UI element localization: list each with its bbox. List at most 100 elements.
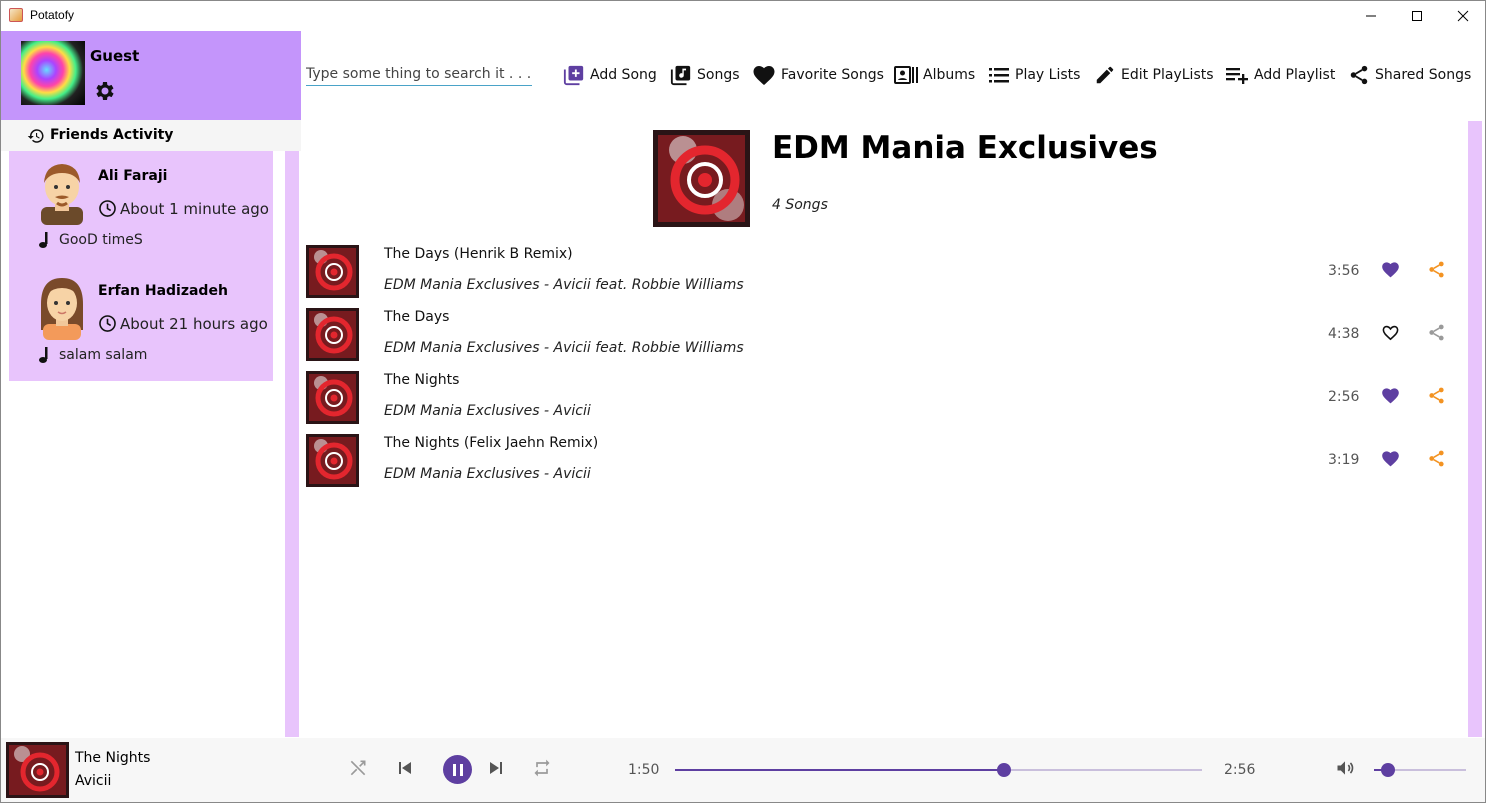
edit-playlists-button[interactable]: Edit PlayLists [1094, 62, 1214, 88]
app-icon [9, 8, 23, 22]
add-playlist-button[interactable]: Add Playlist [1225, 62, 1335, 88]
song-cover [306, 434, 359, 487]
heart-icon [753, 66, 775, 85]
share-icon[interactable] [1427, 386, 1446, 409]
song-subtitle: EDM Mania Exclusives - Avicii feat. Robb… [384, 340, 744, 356]
share-icon [1350, 65, 1368, 85]
add-song-button[interactable]: Add Song [563, 62, 657, 88]
gear-icon[interactable] [92, 79, 116, 107]
album-title: EDM Mania Exclusives [772, 130, 1158, 166]
minimize-button[interactable] [1348, 0, 1394, 31]
play-lists-button[interactable]: Play Lists [988, 62, 1080, 88]
album-song-count: 4 Songs [772, 197, 828, 213]
share-icon[interactable] [1427, 260, 1446, 283]
song-subtitle: EDM Mania Exclusives - Avicii [384, 403, 591, 419]
albums-button[interactable]: Albums [894, 62, 975, 88]
song-duration: 3:19 [1328, 452, 1360, 468]
song-duration: 4:38 [1328, 326, 1360, 342]
add-playlist-label: Add Playlist [1254, 67, 1336, 83]
library-music-icon [670, 65, 691, 86]
album-card-icon [894, 66, 918, 84]
song-row[interactable]: The Nights (Felix Jaehn Remix) EDM Mania… [305, 433, 1465, 496]
album-cover [653, 130, 750, 227]
friend-item[interactable]: Erfan Hadizadeh About 21 hours ago salam… [9, 266, 273, 381]
edit-playlists-label: Edit PlayLists [1121, 67, 1214, 83]
repeat-icon[interactable] [532, 758, 552, 782]
song-cover [306, 308, 359, 361]
maximize-button[interactable] [1394, 0, 1440, 31]
friend-name: Ali Faraji [98, 168, 168, 184]
history-icon [27, 127, 45, 149]
music-note-icon [37, 231, 51, 253]
playlist-add-icon [1226, 68, 1248, 84]
main-scrollbar[interactable] [1468, 121, 1482, 737]
list-icon [989, 68, 1009, 83]
friends-list: Ali Faraji About 1 minute ago GooD timeS… [9, 151, 273, 381]
pencil-icon [1096, 66, 1114, 84]
heart-outline-icon[interactable] [1381, 323, 1400, 346]
shared-songs-button[interactable]: Shared Songs [1348, 62, 1471, 88]
progress-handle[interactable] [996, 763, 1011, 777]
add-song-label: Add Song [590, 67, 657, 83]
share-icon[interactable] [1427, 449, 1446, 472]
song-duration: 3:56 [1328, 263, 1360, 279]
now-playing-artist: Avicii [75, 773, 112, 789]
progress-fill [675, 769, 1004, 771]
next-icon[interactable] [487, 758, 505, 782]
volume-icon[interactable] [1335, 758, 1355, 782]
male-avatar [35, 159, 89, 225]
maximize-icon [1412, 10, 1422, 21]
friend-song: GooD timeS [59, 232, 143, 248]
songs-button[interactable]: Songs [670, 62, 740, 88]
music-note-icon [37, 346, 51, 368]
friend-item[interactable]: Ali Faraji About 1 minute ago GooD timeS [9, 151, 273, 266]
volume-handle[interactable] [1380, 763, 1395, 777]
now-playing-cover [6, 742, 69, 798]
shared-songs-label: Shared Songs [1375, 67, 1472, 83]
minimize-icon [1366, 15, 1376, 16]
profile-name: Guest [90, 47, 140, 65]
clock-icon [98, 314, 117, 337]
heart-filled-icon[interactable] [1381, 260, 1400, 283]
previous-icon[interactable] [396, 758, 414, 782]
pause-icon [452, 763, 463, 776]
player-bar: The Nights Avicii 1:50 2:56 [1, 738, 1485, 802]
favorite-songs-button[interactable]: Favorite Songs [752, 62, 884, 88]
friend-activity-time: About 1 minute ago [120, 200, 269, 218]
shuffle-icon[interactable] [348, 758, 368, 782]
clock-icon [98, 199, 117, 222]
friend-name: Erfan Hadizadeh [98, 283, 228, 299]
add-box-icon [563, 65, 584, 86]
heart-filled-icon[interactable] [1381, 386, 1400, 409]
song-cover [306, 245, 359, 298]
song-row[interactable]: The Days EDM Mania Exclusives - Avicii f… [305, 307, 1465, 370]
progress-slider[interactable] [675, 763, 1202, 777]
current-time: 1:50 [628, 762, 660, 778]
profile-panel: Guest [1, 31, 301, 120]
song-cover [306, 371, 359, 424]
friend-activity-time: About 21 hours ago [120, 315, 268, 333]
song-title: The Nights (Felix Jaehn Remix) [384, 435, 599, 451]
volume-slider[interactable] [1374, 763, 1466, 777]
friend-song: salam salam [59, 347, 148, 363]
song-row[interactable]: The Days (Henrik B Remix) EDM Mania Excl… [305, 244, 1465, 307]
search-input[interactable] [306, 66, 532, 82]
profile-avatar[interactable] [21, 41, 85, 105]
favorite-songs-label: Favorite Songs [781, 67, 884, 83]
song-row[interactable]: The Nights EDM Mania Exclusives - Avicii… [305, 370, 1465, 433]
pause-button[interactable] [443, 755, 472, 784]
close-button[interactable] [1440, 0, 1486, 31]
sidebar-scrollbar[interactable] [285, 151, 299, 737]
song-title: The Days (Henrik B Remix) [384, 246, 573, 262]
albums-label: Albums [923, 67, 976, 83]
song-subtitle: EDM Mania Exclusives - Avicii feat. Robb… [384, 277, 744, 293]
female-avatar [35, 274, 89, 340]
share-icon[interactable] [1427, 323, 1446, 346]
song-title: The Nights [384, 372, 460, 388]
friends-activity-title: Friends Activity [50, 127, 174, 143]
window-title: Potatofy [30, 8, 75, 22]
heart-filled-icon[interactable] [1381, 449, 1400, 472]
friends-activity-header: Friends Activity [1, 120, 301, 151]
song-title: The Days [384, 309, 450, 325]
search-field[interactable] [306, 62, 532, 86]
